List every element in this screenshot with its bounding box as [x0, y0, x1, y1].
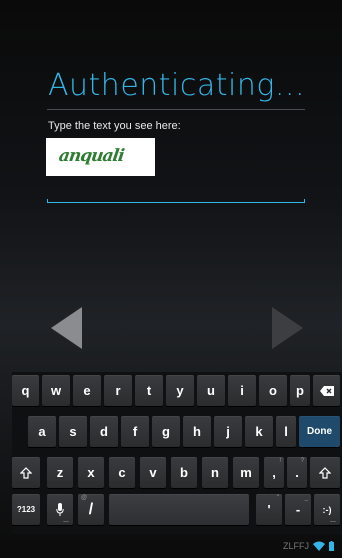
key-b[interactable]: b — [171, 457, 197, 488]
backspace-icon — [319, 385, 334, 396]
title-divider — [47, 109, 305, 110]
captcha-prompt: Type the text you see here: — [48, 120, 181, 132]
triangle-right-icon — [272, 307, 303, 349]
key-dash-hint: _ — [304, 495, 308, 501]
shift-icon — [20, 466, 32, 479]
key-p[interactable]: p — [290, 375, 310, 406]
microphone-icon — [56, 503, 64, 516]
key-v[interactable]: v — [140, 457, 166, 488]
key-l[interactable]: l — [276, 416, 296, 447]
smiley-more-dots: … — [330, 518, 336, 524]
key-apostrophe-label: ' — [267, 502, 271, 517]
battery-icon — [329, 541, 334, 551]
key-s[interactable]: s — [59, 416, 87, 447]
key-t[interactable]: t — [135, 375, 163, 406]
key-x[interactable]: x — [78, 457, 104, 488]
key-period-hint: ? — [300, 458, 304, 464]
key-period[interactable]: . ? — [287, 457, 307, 488]
key-w[interactable]: w — [42, 375, 70, 406]
microphone-key[interactable]: … — [47, 494, 73, 525]
key-q[interactable]: q — [12, 375, 39, 406]
key-y[interactable]: y — [166, 375, 194, 406]
space-bar[interactable] — [109, 494, 249, 525]
key-m[interactable]: m — [233, 457, 259, 488]
key-i[interactable]: i — [228, 375, 256, 406]
captcha-answer-input[interactable] — [47, 188, 305, 203]
done-button[interactable]: Done — [299, 416, 340, 447]
page-title: Authenticating... — [48, 68, 305, 103]
key-f[interactable]: f — [121, 416, 149, 447]
wifi-icon — [313, 541, 325, 551]
authentication-screen: Authenticating... Type the text you see … — [0, 0, 342, 558]
smiley-key[interactable]: :-) … — [314, 494, 340, 525]
key-slash-hint: @ — [81, 495, 88, 501]
key-k[interactable]: k — [245, 416, 273, 447]
key-r[interactable]: r — [104, 375, 132, 406]
key-j[interactable]: j — [214, 416, 242, 447]
key-g[interactable]: g — [152, 416, 180, 447]
key-h[interactable]: h — [183, 416, 211, 447]
key-z[interactable]: z — [47, 457, 73, 488]
key-a[interactable]: a — [28, 416, 56, 447]
key-u[interactable]: u — [197, 375, 225, 406]
shift-key-right[interactable] — [310, 457, 340, 488]
shift-key-left[interactable] — [12, 457, 40, 488]
key-period-label: . — [295, 465, 299, 480]
key-e[interactable]: e — [73, 375, 101, 406]
key-comma-label: , — [272, 465, 276, 480]
mic-more-dots: … — [63, 518, 69, 524]
key-d[interactable]: d — [90, 416, 118, 447]
status-bar: ZLFFJ — [283, 541, 334, 551]
backspace-key[interactable] — [313, 375, 340, 406]
key-c[interactable]: c — [109, 457, 135, 488]
key-n[interactable]: n — [202, 457, 228, 488]
key-apostrophe[interactable]: ' " — [256, 494, 282, 525]
key-slash-label: / — [88, 500, 94, 518]
captcha-image-text: anquali — [57, 146, 125, 166]
key-comma[interactable]: , ! — [264, 457, 284, 488]
key-o[interactable]: o — [259, 375, 287, 406]
key-dash-label: - — [295, 502, 301, 517]
key-apostrophe-hint: " — [276, 495, 279, 501]
smiley-key-label: :-) — [322, 504, 332, 515]
next-arrow-button[interactable] — [270, 306, 304, 350]
shift-icon — [319, 466, 331, 479]
symbols-key[interactable]: ?123 — [12, 494, 40, 525]
status-text: ZLFFJ — [283, 541, 309, 551]
captcha-image: anquali — [46, 138, 155, 176]
key-slash[interactable]: / @ — [78, 494, 104, 525]
key-comma-hint: ! — [279, 458, 281, 464]
triangle-left-icon — [51, 307, 82, 349]
soft-keyboard: q w e r t y u i o p a s d f g h j k l Do… — [12, 372, 342, 534]
key-dash[interactable]: - _ — [285, 494, 311, 525]
back-arrow-button[interactable] — [50, 306, 84, 350]
